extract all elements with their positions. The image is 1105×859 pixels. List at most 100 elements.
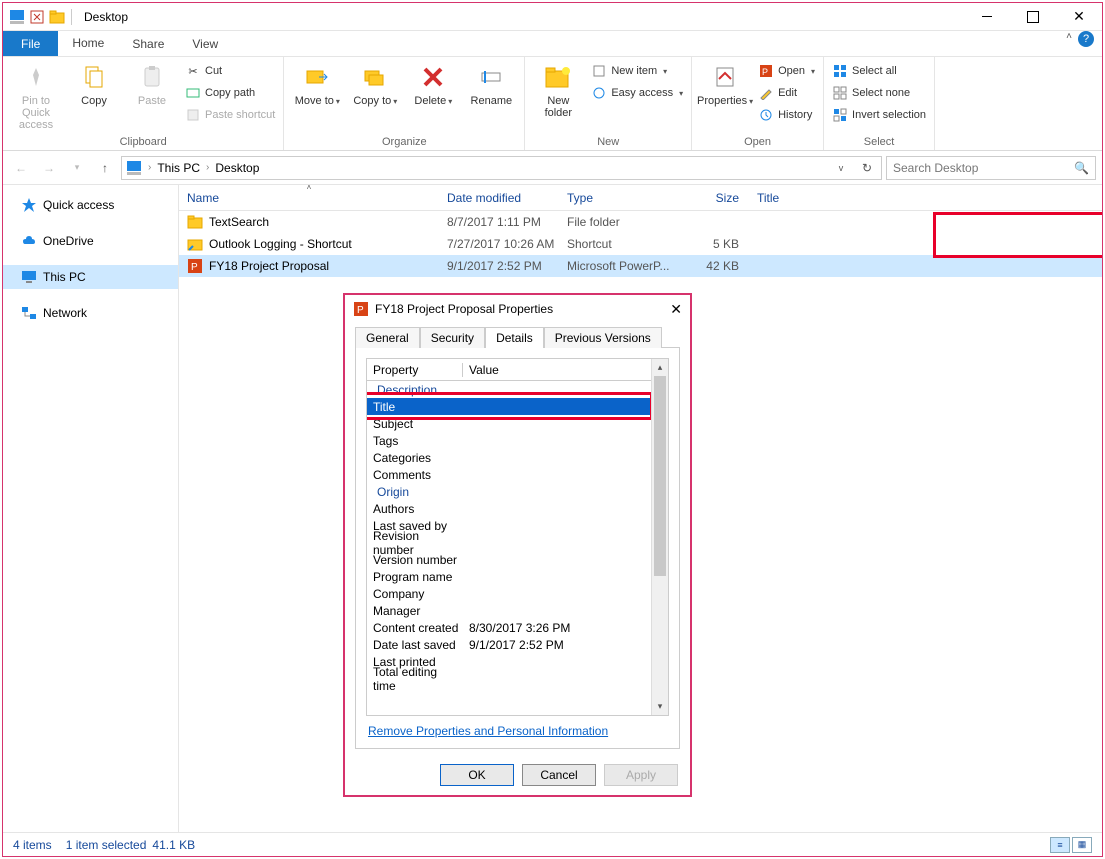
- scroll-thumb[interactable]: [654, 376, 666, 576]
- col-date[interactable]: Date modified: [439, 191, 559, 205]
- maximize-button[interactable]: [1010, 3, 1056, 31]
- properties-button[interactable]: Properties: [700, 61, 750, 107]
- invert-selection-icon: [832, 107, 848, 123]
- nav-onedrive[interactable]: OneDrive: [3, 229, 178, 253]
- nav-back-button[interactable]: ←: [9, 156, 33, 180]
- cancel-button[interactable]: Cancel: [522, 764, 596, 786]
- property-list: Property Value Description Title Subject…: [367, 359, 651, 715]
- ok-button[interactable]: OK: [440, 764, 514, 786]
- select-none-button[interactable]: Select none: [832, 83, 926, 103]
- property-row[interactable]: Total editing time: [367, 670, 651, 687]
- open-icon: P: [758, 63, 774, 79]
- edit-button[interactable]: Edit: [758, 83, 815, 103]
- tab-home[interactable]: Home: [58, 31, 118, 56]
- new-folder-button[interactable]: New folder: [533, 61, 583, 119]
- tab-file[interactable]: File: [3, 31, 58, 56]
- nav-network[interactable]: Network: [3, 301, 178, 325]
- paste-button[interactable]: Paste: [127, 61, 177, 107]
- scroll-up-button[interactable]: ▴: [652, 359, 668, 376]
- tab-previous-versions[interactable]: Previous Versions: [544, 327, 662, 348]
- rename-icon: [475, 61, 507, 93]
- search-input[interactable]: Search Desktop 🔍: [886, 156, 1096, 180]
- qat-properties-icon[interactable]: [29, 9, 45, 25]
- nav-this-pc[interactable]: This PC: [3, 265, 178, 289]
- invert-selection-button[interactable]: Invert selection: [832, 105, 926, 125]
- new-item-icon: [591, 63, 607, 79]
- tab-details[interactable]: Details: [485, 327, 544, 348]
- qat-newfolder-icon[interactable]: [49, 9, 65, 25]
- new-item-button[interactable]: New item: [591, 61, 683, 81]
- nav-quick-access[interactable]: Quick access: [3, 193, 178, 217]
- property-row[interactable]: Authors: [367, 500, 651, 517]
- tab-security[interactable]: Security: [420, 327, 485, 348]
- help-icon[interactable]: ?: [1078, 31, 1094, 47]
- cut-button[interactable]: ✂Cut: [185, 61, 275, 81]
- close-icon[interactable]: ✕: [670, 301, 682, 318]
- property-row[interactable]: Manager: [367, 602, 651, 619]
- breadcrumb[interactable]: › This PC › Desktop v ↻: [121, 156, 882, 180]
- nav-forward-button[interactable]: →: [37, 156, 61, 180]
- file-row[interactable]: TextSearch 8/7/2017 1:11 PM File folder: [179, 211, 1102, 233]
- select-all-button[interactable]: Select all: [832, 61, 926, 81]
- col-property[interactable]: Property: [367, 363, 463, 377]
- property-row[interactable]: Categories: [367, 449, 651, 466]
- col-type[interactable]: Type: [559, 191, 679, 205]
- app-icon: [9, 9, 25, 25]
- property-row[interactable]: Tags: [367, 432, 651, 449]
- property-row[interactable]: Company: [367, 585, 651, 602]
- view-details-button[interactable]: ≡: [1050, 837, 1070, 853]
- property-row[interactable]: Version number: [367, 551, 651, 568]
- col-size[interactable]: Size: [679, 191, 749, 205]
- refresh-icon[interactable]: ↻: [857, 161, 877, 175]
- property-row[interactable]: Revision number: [367, 534, 651, 551]
- powerpoint-icon: P: [187, 258, 203, 274]
- rename-button[interactable]: Rename: [466, 61, 516, 107]
- pc-icon: [21, 269, 37, 285]
- status-size: 41.1 KB: [152, 838, 195, 852]
- scrollbar[interactable]: ▴ ▾: [651, 359, 668, 715]
- property-row[interactable]: Content created8/30/2017 3:26 PM: [367, 619, 651, 636]
- file-row[interactable]: PFY18 Project Proposal 9/1/2017 2:52 PM …: [179, 255, 1102, 277]
- nav-up-button[interactable]: ↑: [93, 156, 117, 180]
- ribbon-group-new: New folder New item Easy access New: [525, 57, 692, 150]
- view-icons-button[interactable]: ▦: [1072, 837, 1092, 853]
- delete-button[interactable]: Delete: [408, 61, 458, 107]
- ribbon-group-select: Select all Select none Invert selection …: [824, 57, 935, 150]
- easy-access-button[interactable]: Easy access: [591, 83, 683, 103]
- minimize-button[interactable]: [964, 3, 1010, 31]
- property-row[interactable]: Date last saved9/1/2017 2:52 PM: [367, 636, 651, 653]
- close-button[interactable]: ✕: [1056, 3, 1102, 31]
- pin-quick-access-button[interactable]: Pin to Quick access: [11, 61, 61, 131]
- col-title[interactable]: Title: [749, 191, 1102, 205]
- dialog-tabs: General Security Details Previous Versio…: [345, 323, 690, 347]
- svg-text:P: P: [357, 305, 364, 316]
- remove-properties-link[interactable]: Remove Properties and Personal Informati…: [366, 716, 669, 738]
- copy-path-button[interactable]: Copy path: [185, 83, 275, 103]
- tab-share[interactable]: Share: [118, 31, 178, 56]
- history-button[interactable]: History: [758, 105, 815, 125]
- sort-indicator-icon: ˄: [179, 185, 439, 192]
- col-value[interactable]: Value: [463, 363, 651, 377]
- dialog-titlebar: P FY18 Project Proposal Properties ✕: [345, 295, 690, 323]
- copy-to-button[interactable]: Copy to: [350, 61, 400, 107]
- open-button[interactable]: POpen: [758, 61, 815, 81]
- shortcut-icon: [187, 236, 203, 252]
- dropdown-icon[interactable]: v: [831, 163, 851, 173]
- tab-view[interactable]: View: [178, 31, 232, 56]
- file-row[interactable]: Outlook Logging - Shortcut 7/27/2017 10:…: [179, 233, 1102, 255]
- scroll-down-button[interactable]: ▾: [652, 698, 668, 715]
- property-row[interactable]: Program name: [367, 568, 651, 585]
- paste-icon: [136, 61, 168, 93]
- tab-general[interactable]: General: [355, 327, 420, 348]
- edit-icon: [758, 85, 774, 101]
- copy-to-icon: [359, 61, 391, 93]
- ribbon: Pin to Quick access Copy Paste ✂Cut Copy…: [3, 57, 1102, 151]
- col-name[interactable]: Name: [179, 191, 439, 205]
- copy-button[interactable]: Copy: [69, 61, 119, 107]
- apply-button[interactable]: Apply: [604, 764, 678, 786]
- property-row[interactable]: Comments: [367, 466, 651, 483]
- paste-shortcut-button[interactable]: Paste shortcut: [185, 105, 275, 125]
- nav-recent-button[interactable]: ▾: [65, 156, 89, 180]
- collapse-ribbon-icon[interactable]: ˄: [1066, 31, 1072, 56]
- move-to-button[interactable]: Move to: [292, 61, 342, 107]
